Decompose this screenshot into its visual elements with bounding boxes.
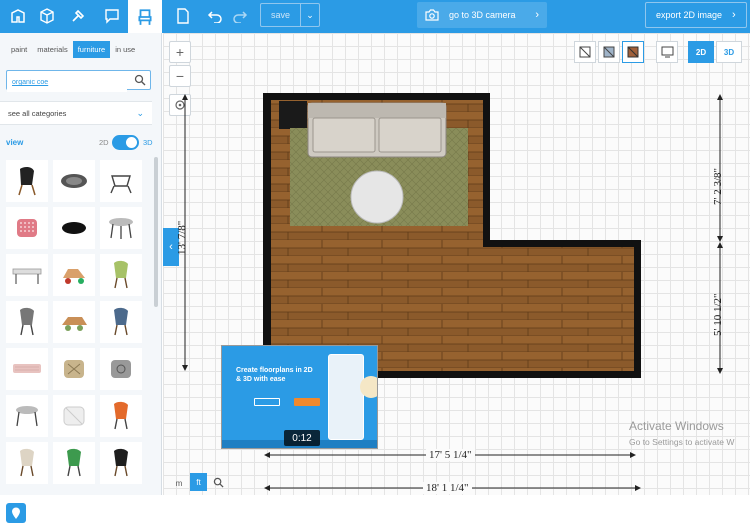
unit-feet-button[interactable]: ft <box>190 473 207 491</box>
activate-windows-title: Activate Windows <box>629 419 724 433</box>
sofa[interactable] <box>307 102 447 158</box>
video-app-preview <box>328 354 364 440</box>
corner-pillar[interactable] <box>279 101 307 129</box>
dimension-width-outer: 18' 1 1/4" <box>423 482 472 494</box>
round-coffee-table[interactable] <box>350 170 404 224</box>
activate-windows-subtitle: Go to Settings to activate W <box>629 437 735 447</box>
location-pin-icon[interactable] <box>6 503 26 523</box>
video-outline-button <box>254 398 280 406</box>
video-title: Create floorplans in 2D & 3D with ease <box>236 367 313 383</box>
video-time: 0:12 <box>284 430 320 446</box>
tutorial-video-thumbnail[interactable]: Create floorplans in 2D & 3D with ease 0… <box>221 345 378 449</box>
dimension-right-upper: 7' 2 3/8" <box>712 167 724 205</box>
video-orange-button <box>294 398 320 406</box>
dimension-left-height: 13' 7/8" <box>176 220 188 255</box>
dimension-width-inner: 17' 5 1/4" <box>426 449 475 461</box>
search-zoom-icon[interactable] <box>210 473 227 491</box>
unit-meters-button[interactable]: m <box>172 475 186 491</box>
dimension-right-lower: 5' 10 1/2" <box>712 293 724 336</box>
video-play-circle <box>360 376 377 398</box>
